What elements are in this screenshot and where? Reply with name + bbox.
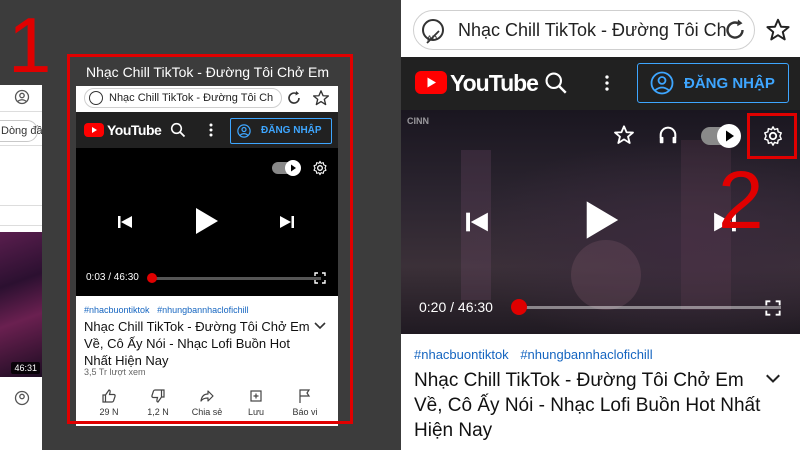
highlight-box-2 — [747, 113, 797, 159]
svg-text:AD: AD — [427, 36, 437, 43]
hashtag-link[interactable]: #nhacbuontiktok — [414, 347, 509, 362]
reload-icon[interactable] — [723, 18, 747, 42]
divider — [0, 205, 42, 206]
video-title: Nhạc Chill TikTok - Đường Tôi Chở Em Về,… — [414, 370, 761, 441]
youtube-header: YouTube ĐĂNG NHẬP — [401, 57, 800, 110]
address-bar[interactable]: AD Nhạc Chill TikTok - Đường Tôi Ch — [413, 10, 755, 50]
hashtags: #nhacbuontiktok #nhungbannhaclofichill — [414, 347, 653, 362]
filter-chip[interactable]: Dòng đầ — [0, 120, 43, 142]
account-icon — [14, 89, 30, 105]
video-thumbnail[interactable]: 46:31 — [0, 232, 42, 377]
sign-in-button[interactable]: ĐĂNG NHẬP — [637, 63, 789, 103]
progress-track[interactable] — [519, 306, 781, 309]
star-icon[interactable] — [613, 124, 635, 146]
url-text: Nhạc Chill TikTok - Đường Tôi Ch — [458, 20, 727, 40]
sign-in-label: ĐĂNG NHẬP — [684, 75, 775, 92]
account-icon — [14, 390, 30, 406]
chevron-down-icon[interactable] — [765, 374, 781, 384]
divider — [0, 111, 42, 112]
hashtag-link[interactable]: #nhungbannhaclofichill — [520, 347, 652, 362]
channel-watermark: CINN — [407, 116, 429, 126]
scene-glow — [571, 240, 641, 310]
youtube-logo-text: YouTube — [450, 70, 539, 96]
no-ads-icon: AD — [422, 19, 444, 44]
toggle-knob — [717, 124, 741, 148]
more-options-icon[interactable] — [601, 71, 613, 95]
previous-icon[interactable] — [463, 208, 491, 236]
step-number-1: 1 — [8, 1, 52, 89]
autoplay-toggle[interactable] — [701, 124, 741, 148]
duration-badge: 46:31 — [11, 362, 40, 374]
divider — [0, 225, 42, 226]
fullscreen-icon[interactable] — [765, 300, 781, 316]
divider — [0, 145, 42, 146]
headphones-icon[interactable] — [657, 124, 679, 146]
step-number-2: 2 — [718, 155, 764, 246]
time-display: 0:20 / 46:30 — [419, 299, 493, 315]
youtube-logo-icon[interactable] — [415, 71, 447, 94]
play-icon[interactable] — [581, 198, 621, 242]
star-icon[interactable] — [765, 17, 791, 43]
highlight-box-1 — [67, 54, 353, 424]
progress-scrubber[interactable] — [511, 299, 527, 315]
account-icon — [650, 71, 674, 95]
search-icon[interactable] — [544, 71, 568, 95]
